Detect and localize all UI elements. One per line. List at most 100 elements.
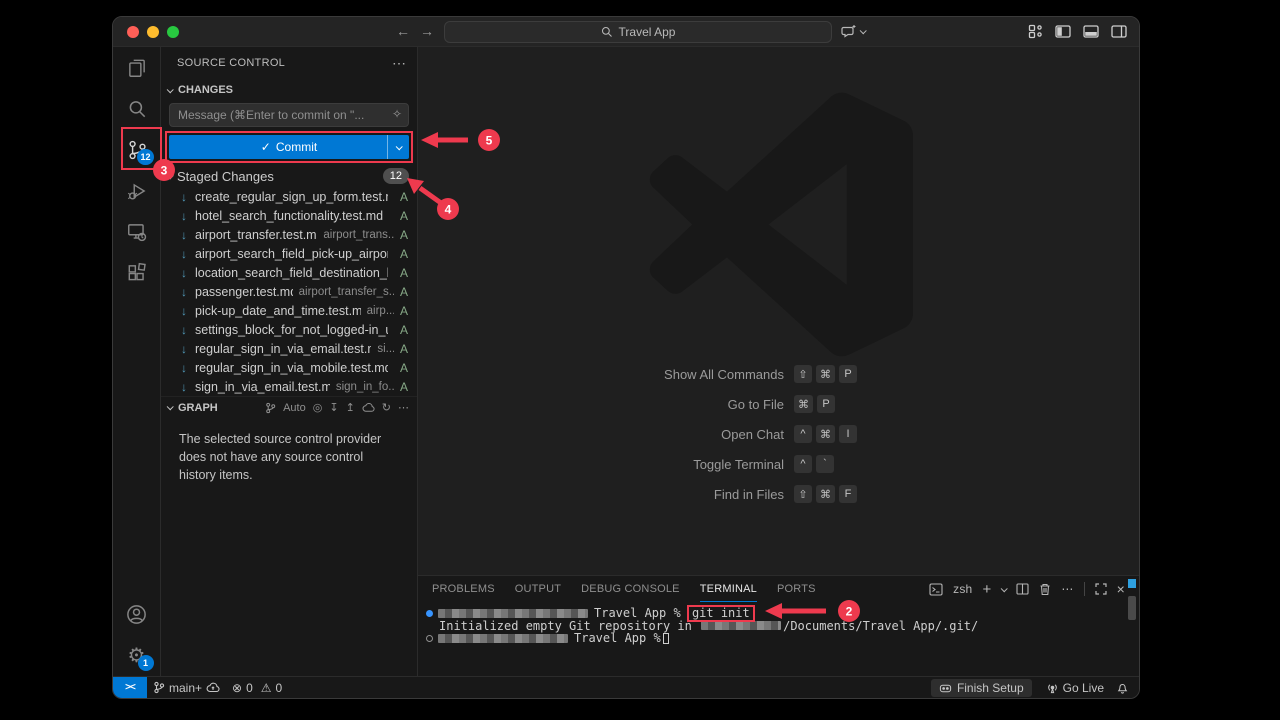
chevron-down-icon (396, 143, 403, 150)
graph-more-icon[interactable]: ⋯ (398, 401, 409, 414)
remote-indicator[interactable]: >< (113, 677, 147, 699)
key-chip: F (839, 485, 857, 503)
file-row[interactable]: ↓hotel_search_functionality.test.mdA (161, 206, 417, 225)
key-chip: ⇧ (794, 485, 812, 503)
file-row[interactable]: ↓settings_block_for_not_logged-in_u...A (161, 320, 417, 339)
key-chip: P (817, 395, 835, 413)
remote-explorer-icon[interactable] (113, 211, 161, 252)
customize-layout-icon[interactable] (1028, 24, 1043, 39)
staged-changes-label: Staged Changes (177, 169, 274, 184)
markdown-file-icon: ↓ (181, 209, 195, 223)
zoom-window-button[interactable] (167, 26, 179, 38)
scrollbar-thumb[interactable] (1128, 596, 1136, 620)
branch-icon (153, 681, 165, 694)
terminal-output[interactable]: Travel App % git init Initialized empty … (418, 602, 1139, 676)
minimize-window-button[interactable] (147, 26, 159, 38)
file-row[interactable]: ↓regular_sign_in_via_mobile.test.md...A (161, 358, 417, 377)
warning-count: 0 (276, 681, 283, 695)
markdown-file-icon: ↓ (181, 304, 195, 318)
publish-cloud-icon[interactable] (206, 682, 220, 693)
close-window-button[interactable] (127, 26, 139, 38)
terminal-output-path: /Documents/Travel App/.git/ (783, 620, 978, 633)
fetch-cloud-icon[interactable] (362, 402, 375, 413)
split-terminal-icon[interactable] (1016, 583, 1029, 595)
command-center-search[interactable]: Travel App (444, 21, 832, 43)
terminal-scrollbar[interactable] (1128, 576, 1137, 676)
commit-button-label: Commit (276, 140, 317, 154)
broadcast-icon (1046, 682, 1059, 694)
extensions-icon[interactable] (113, 252, 161, 293)
git-status-added: A (394, 247, 408, 261)
commit-button[interactable]: ✓ Commit (169, 135, 409, 159)
graph-auto-label[interactable]: Auto (283, 402, 306, 414)
markdown-file-icon: ↓ (181, 190, 195, 204)
commit-message-input[interactable] (169, 103, 409, 127)
markdown-file-icon: ↓ (181, 342, 195, 356)
toggle-panel-icon[interactable] (1083, 24, 1099, 39)
source-control-sidebar: SOURCE CONTROL ⋯ CHANGES ✧ ✓ Commit (161, 47, 418, 676)
scrollbar-highlight-marker (1128, 579, 1136, 588)
branch-status-item[interactable]: main+ (147, 677, 226, 699)
notifications-bell-icon[interactable] (1110, 677, 1139, 699)
target-icon[interactable]: ◎ (313, 401, 323, 414)
shell-label[interactable]: zsh (953, 582, 972, 596)
account-icon[interactable] (113, 594, 161, 635)
toggle-sidebar-left-icon[interactable] (1055, 24, 1071, 39)
push-icon[interactable]: ↥ (346, 401, 355, 414)
file-row[interactable]: ↓create_regular_sign_up_form.test.mdA (161, 187, 417, 206)
back-icon[interactable]: ← (396, 23, 410, 39)
go-live-button[interactable]: Go Live (1040, 677, 1110, 699)
file-row[interactable]: ↓passenger.test.mdairport_transfer_s...A (161, 282, 417, 301)
copilot-menu[interactable] (841, 23, 865, 39)
forward-icon[interactable]: → (420, 23, 434, 39)
close-panel-icon[interactable]: × (1117, 581, 1125, 597)
graph-section-header[interactable]: GRAPH Auto ◎ ↧ ↥ ↻ ⋯ (161, 396, 417, 418)
chevron-down-icon (167, 86, 174, 93)
file-row[interactable]: ↓pick-up_date_and_time.test.mdairp...A (161, 301, 417, 320)
refresh-icon[interactable]: ↻ (382, 401, 391, 414)
error-count: 0 (246, 681, 253, 695)
more-actions-icon[interactable]: ⋯ (392, 55, 407, 72)
explorer-icon[interactable] (113, 47, 161, 88)
maximize-panel-icon[interactable] (1095, 583, 1107, 595)
git-status-added: A (394, 380, 408, 394)
panel-more-icon[interactable]: ⋯ (1061, 582, 1073, 596)
key-chip: ⌘ (816, 365, 835, 383)
chevron-down-icon (860, 27, 867, 34)
staged-changes-header[interactable]: Staged Changes 12 (161, 165, 417, 187)
copilot-face-icon (939, 682, 952, 694)
pull-icon[interactable]: ↧ (329, 401, 338, 414)
git-status-added: A (394, 323, 408, 337)
settings-gear-icon[interactable]: ⚙ 1 (113, 635, 161, 676)
editor-area: Show All Commands⇧⌘P Go to File⌘P Open C… (418, 47, 1139, 575)
file-row[interactable]: ↓airport_transfer.test.mdairport_trans..… (161, 225, 417, 244)
changes-section-header[interactable]: CHANGES (161, 79, 417, 101)
run-debug-icon[interactable] (113, 170, 161, 211)
tab-output[interactable]: OUTPUT (515, 576, 561, 602)
file-row[interactable]: ↓airport_search_field_pick-up_airpor...A (161, 244, 417, 263)
sparkle-ai-icon[interactable]: ✧ (392, 107, 402, 121)
tab-terminal[interactable]: TERMINAL (700, 576, 757, 602)
new-terminal-icon[interactable]: + (982, 581, 991, 598)
file-row[interactable]: ↓sign_in_via_email.test.mdsign_in_fo...A (161, 377, 417, 396)
commit-dropdown[interactable] (387, 135, 409, 159)
command-success-dot (426, 610, 433, 617)
source-control-icon[interactable]: 12 (113, 129, 161, 170)
problems-status-item[interactable]: ⊗ 0 ⚠ 0 (226, 677, 288, 699)
search-view-icon[interactable] (113, 88, 161, 129)
file-row[interactable]: ↓regular_sign_in_via_email.test.mdsi...A (161, 339, 417, 358)
bottom-panel: PROBLEMS OUTPUT DEBUG CONSOLE TERMINAL P… (418, 575, 1139, 676)
titlebar: ← → Travel App (113, 17, 1139, 47)
markdown-file-icon: ↓ (181, 361, 195, 375)
toggle-sidebar-right-icon[interactable] (1111, 24, 1127, 39)
chevron-down-icon (167, 172, 174, 179)
chevron-down-icon[interactable] (1001, 585, 1008, 592)
tab-ports[interactable]: PORTS (777, 576, 816, 602)
finish-setup-button[interactable]: Finish Setup (931, 679, 1032, 697)
kill-terminal-trash-icon[interactable] (1039, 583, 1051, 596)
tab-debug-console[interactable]: DEBUG CONSOLE (581, 576, 680, 602)
file-row[interactable]: ↓location_search_field_destination_l...A (161, 263, 417, 282)
markdown-file-icon: ↓ (181, 266, 195, 280)
source-control-badge: 12 (137, 149, 153, 165)
tab-problems[interactable]: PROBLEMS (432, 576, 495, 602)
